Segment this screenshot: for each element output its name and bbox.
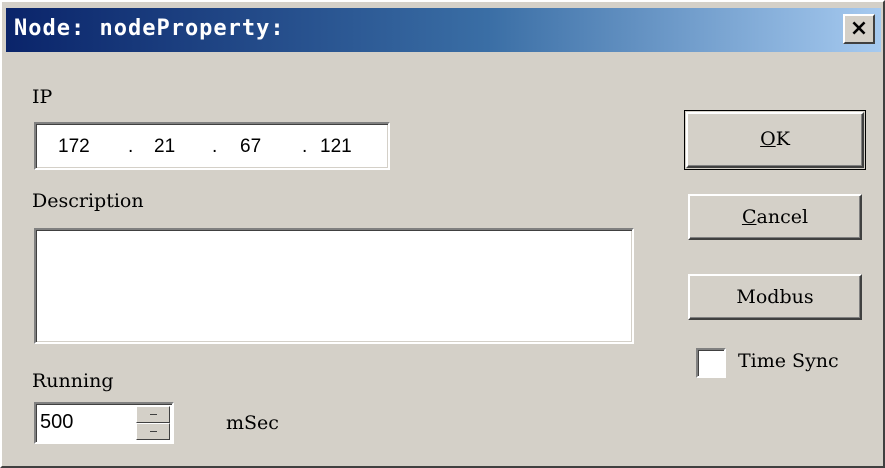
ip-octet-4[interactable]: 121 (320, 136, 352, 158)
running-label: Running (32, 370, 114, 392)
ok-button[interactable]: OK (684, 110, 866, 170)
spinner-buttons (136, 406, 170, 440)
close-icon: × (849, 16, 869, 41)
close-button[interactable]: × (843, 14, 875, 44)
description-label: Description (32, 190, 144, 212)
ip-octet-2[interactable]: 21 (154, 136, 175, 158)
time-sync-checkbox[interactable] (696, 348, 726, 378)
spin-down-button[interactable] (136, 423, 170, 440)
ip-address-field[interactable]: 172 . 21 . 67 . 121 (34, 122, 390, 170)
ip-octet-1[interactable]: 172 (58, 136, 90, 158)
node-property-dialog: Node: nodeProperty: × IP 172 . 21 . 67 .… (0, 0, 885, 468)
spin-down-icon (150, 431, 157, 432)
running-interval-spinner[interactable]: 500 (34, 402, 174, 444)
description-input[interactable] (34, 228, 634, 344)
modbus-button[interactable]: Modbus (688, 274, 862, 320)
time-sync-label[interactable]: Time Sync (738, 350, 839, 372)
cancel-button[interactable]: Cancel (688, 194, 862, 240)
ip-octet-3[interactable]: 67 (240, 136, 261, 158)
ip-separator: . (302, 136, 308, 157)
spin-up-icon (150, 414, 157, 415)
title-bar[interactable]: Node: nodeProperty: × (6, 8, 881, 52)
ip-label: IP (32, 86, 53, 108)
running-unit-label: mSec (226, 412, 279, 434)
cancel-button-label: Cancel (741, 206, 809, 228)
ok-button-label: OK (760, 128, 790, 150)
spin-up-button[interactable] (136, 406, 170, 423)
running-interval-value[interactable]: 500 (40, 411, 73, 434)
ip-separator: . (128, 136, 134, 157)
ip-separator: . (212, 136, 218, 157)
dialog-title: Node: nodeProperty: (14, 16, 285, 41)
modbus-button-label: Modbus (736, 286, 814, 308)
